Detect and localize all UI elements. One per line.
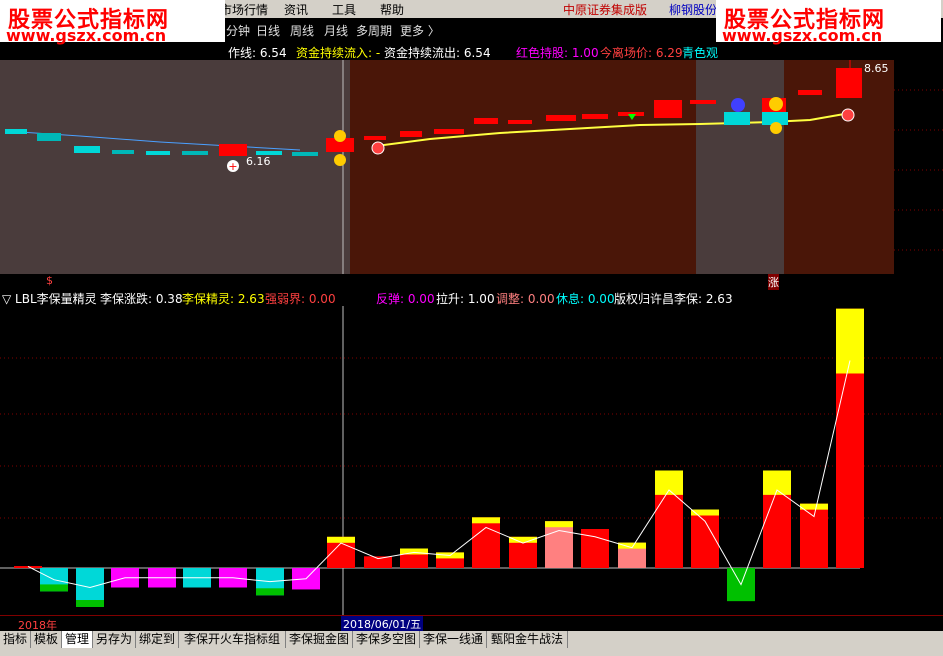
period-minute[interactable]: 分钟 (226, 22, 250, 39)
volume-bar-cap (545, 521, 573, 528)
strength: 强弱界: 0.00 (265, 292, 336, 306)
ball-icon (371, 141, 385, 155)
grid-lines (0, 357, 943, 519)
tab-long-short[interactable]: 李保多空图 (353, 631, 420, 648)
volume-bar (472, 517, 500, 568)
volume-bar-cap (800, 503, 828, 510)
zone-gray-left (0, 60, 350, 274)
high-price-label: 8.65 (864, 62, 889, 75)
fund-outflow: 资金持续流出: 6.54 (384, 46, 491, 60)
stock-name: 柳钢股份 (669, 3, 718, 17)
smile-icon (334, 130, 346, 142)
tab-save-as[interactable]: 另存为 (93, 631, 136, 648)
volume-bar-cap (472, 517, 500, 524)
zone-gray-right (696, 60, 784, 274)
volume-bar-cap (40, 584, 68, 592)
volume-bar (545, 521, 573, 568)
tab-one-line[interactable]: 李保一线通 (420, 631, 487, 648)
tab-gold-chart[interactable]: 李保掘金图 (286, 631, 353, 648)
status-bar (0, 649, 943, 656)
red-hold: 红色持股: 1.00 (516, 46, 599, 60)
rise-fall: 李保涨跌: 0.38 (100, 292, 183, 306)
volume-bar (800, 503, 828, 568)
copyright: 版权归许昌李保: 2.63 (614, 292, 733, 306)
fund-inflow: 资金持续流入: - (296, 46, 381, 60)
period-multi[interactable]: 多周期 (356, 22, 392, 39)
indicator-tabs: 指标 模板 管理 另存为 绑定到 李保开火车指标组 李保掘金图 李保多空图 李保… (0, 631, 943, 649)
date-axis: 2018年 2018/06/01/五 (0, 615, 943, 632)
volume-bar-cap (581, 529, 609, 535)
volume-bar-cap (655, 470, 683, 495)
tab-train-group[interactable]: 李保开火车指标组 (179, 631, 286, 648)
ball-icon (841, 108, 855, 122)
rebound: 反弹: 0.00 (376, 292, 435, 306)
cyan-block (724, 112, 750, 125)
tab-template[interactable]: 模板 (31, 631, 62, 648)
adjust: 调整: 0.00 (496, 292, 555, 306)
watermark-right: 股票公式指标网 www.gszx.com.cn (716, 0, 941, 45)
volume-bar-cap (836, 308, 864, 374)
menu-tools[interactable]: 工具 (332, 1, 356, 18)
spirit: 李保精灵: 2.63 (182, 292, 265, 306)
tab-bull-strategy[interactable]: 甄阳金牛战法 (487, 631, 568, 648)
date-cursor: 2018/06/01/五 (341, 616, 424, 632)
menu-help[interactable]: 帮助 (380, 1, 404, 18)
sad-face-icon (731, 98, 745, 112)
period-day[interactable]: 日线 (256, 22, 280, 39)
buy-signal-plus-icon: + (228, 160, 237, 173)
smile-icon (769, 97, 783, 111)
tab-indicator[interactable]: 指标 (0, 631, 31, 648)
period-month[interactable]: 月线 (324, 22, 348, 39)
indicator-title[interactable]: ▽ LBL李保量精灵 (2, 290, 97, 307)
smile-icon (334, 154, 346, 166)
tab-bind-to[interactable]: 绑定到 (136, 631, 179, 648)
sell-signal-icon (770, 122, 782, 134)
zone-brown (350, 60, 696, 274)
volume-bar-cap (327, 536, 355, 543)
low-price-label: 6.16 (246, 155, 271, 168)
tab-manage[interactable]: 管理 (62, 631, 93, 648)
period-more[interactable]: 更多 〉 (400, 22, 440, 39)
grid-lines (894, 89, 943, 251)
watermark-left: 股票公式指标网 www.gszx.com.cn (0, 0, 225, 45)
main-indicator-info: 作线: 6.54 资金持续流入: - 资金持续流出: 6.54 红色持股: 1.… (0, 42, 943, 60)
volume-bar-cap (76, 600, 104, 607)
price-chart[interactable]: + 8.65 6.16 (0, 60, 943, 274)
volume-bar-cap (256, 588, 284, 596)
down-marker: $ (46, 274, 53, 287)
menu-news[interactable]: 资讯 (284, 1, 308, 18)
op-line-value: 作线: 6.54 (228, 46, 287, 60)
chart-separator: $ 涨 (0, 274, 943, 290)
sub-indicator-info: ▽ LBL李保量精灵 李保涨跌: 0.38 李保精灵: 2.63 强弱界: 0.… (0, 288, 943, 306)
volume-bar (364, 556, 392, 568)
volume-bars (14, 308, 864, 607)
volume-bar (14, 566, 42, 568)
today-exit-price: 今离场价: 6.29 (600, 46, 683, 60)
volume-chart[interactable] (0, 306, 943, 616)
pull-up: 拉升: 1.00 (436, 292, 495, 306)
period-week[interactable]: 周线 (290, 22, 314, 39)
rest: 休息: 0.00 (556, 292, 615, 306)
app-title: 中原证券集成版 (563, 3, 648, 17)
cyan-watch: 青色观 (682, 46, 719, 60)
